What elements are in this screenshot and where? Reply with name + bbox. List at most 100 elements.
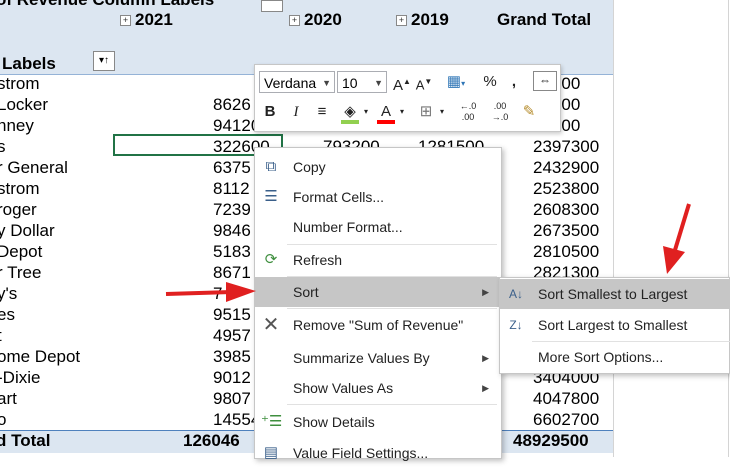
value-grand-total[interactable]: 2523800: [533, 179, 599, 199]
value-2021[interactable]: 8626: [213, 95, 251, 115]
row-label[interactable]: y Dollar: [0, 221, 55, 241]
increase-decimal-icon[interactable]: ←.0.00: [455, 101, 481, 123]
menu-separator: [287, 404, 497, 405]
row-label[interactable]: art: [0, 389, 17, 409]
comma-style-button[interactable]: ,: [507, 71, 521, 93]
row-label[interactable]: r General: [0, 158, 68, 178]
refresh-icon: ⟳: [264, 251, 278, 268]
menu-item-value-field-settings[interactable]: ▤ Value Field Settings...: [255, 438, 501, 468]
value-2021[interactable]: 7239: [213, 200, 251, 220]
value-2021[interactable]: 4957: [213, 326, 251, 346]
row-label[interactable]: t: [0, 326, 2, 346]
value-2021[interactable]: 9012: [213, 368, 251, 388]
fill-color-icon[interactable]: ◈: [339, 101, 361, 124]
year-header-2020[interactable]: +2020: [289, 10, 342, 30]
italic-button[interactable]: I: [287, 101, 305, 123]
value-2021[interactable]: 9807: [213, 389, 251, 409]
sort-ascending-icon: A↓: [508, 287, 523, 301]
value-grand-total[interactable]: 2397300: [533, 137, 599, 157]
pivot-values-header: of Revenue Column Labels: [0, 0, 214, 10]
row-label[interactable]: s: [0, 137, 6, 157]
row-label[interactable]: Depot: [0, 242, 42, 262]
sort-descending-icon: Z↓: [509, 318, 523, 332]
annotation-arrow-down: [663, 203, 691, 274]
value-grand-total[interactable]: 2432900: [533, 158, 599, 178]
expand-icon[interactable]: +: [289, 15, 300, 26]
value-grand-total[interactable]: 6602700: [533, 410, 599, 430]
context-menu[interactable]: ⧉ Copy ☰ Format Cells... Number Format... …: [254, 147, 502, 461]
row-labels-header: Labels: [2, 54, 56, 73]
menu-item-sort[interactable]: Sort ▶: [255, 277, 501, 307]
sort-submenu[interactable]: A↓ Sort Smallest to Largest Z↓ Sort Larges…: [499, 277, 730, 374]
menu-item-remove-sum-of-revenue[interactable]: ✕ Remove "Sum of Revenue": [255, 310, 501, 340]
row-label[interactable]: strom: [0, 179, 40, 199]
row-labels-filter-button[interactable]: ▾↑: [93, 51, 115, 71]
value-grand-total[interactable]: 2673500: [533, 221, 599, 241]
menu-item-sort-largest-to-smallest[interactable]: Z↓ Sort Largest to Smallest: [500, 310, 729, 340]
row-label[interactable]: es: [0, 305, 15, 325]
accounting-format-icon[interactable]: ▦▾: [441, 71, 471, 93]
font-color-icon[interactable]: A: [375, 101, 397, 124]
bold-button[interactable]: B: [261, 101, 279, 123]
menu-separator: [287, 308, 497, 309]
value-2021[interactable]: 8112: [213, 179, 250, 199]
align-center-icon[interactable]: ≡: [313, 101, 331, 123]
chevron-down-icon: ▼: [374, 78, 383, 88]
percent-style-button[interactable]: %: [481, 71, 499, 93]
row-label[interactable]: roger: [0, 200, 37, 220]
expand-icon[interactable]: +: [396, 15, 407, 26]
chevron-down-icon[interactable]: ▾: [361, 101, 371, 123]
borders-icon[interactable]: ⊞: [415, 101, 437, 123]
submenu-arrow-icon: ▶: [482, 353, 489, 363]
copy-icon: ⧉: [265, 158, 277, 175]
grand-total-header: Grand Total: [497, 10, 592, 29]
chevron-down-icon[interactable]: ▾: [437, 101, 447, 123]
column-labels-filter-button[interactable]: [261, 0, 283, 12]
row-label[interactable]: -Dixie: [0, 368, 40, 388]
row-label[interactable]: nney: [0, 116, 34, 136]
value-grand-total[interactable]: 4047800: [533, 389, 599, 409]
grand-total-2021: 126046: [183, 431, 240, 450]
show-details-icon: ⁺☰: [261, 413, 283, 430]
menu-item-summarize-values-by[interactable]: Summarize Values By ▶: [255, 343, 501, 373]
menu-item-copy[interactable]: ⧉ Copy: [255, 152, 501, 182]
menu-item-sort-smallest-to-largest[interactable]: A↓ Sort Smallest to Largest: [500, 279, 729, 309]
increase-font-size-icon[interactable]: A▲: [393, 71, 411, 94]
menu-item-format-cells[interactable]: ☰ Format Cells...: [255, 182, 501, 212]
mini-toolbar[interactable]: Verdana ▼ 10 ▼ A▲ A▼ ▦▾ % , ⇔ B I ≡ ◈ ▾ A …: [254, 64, 561, 132]
menu-item-refresh[interactable]: ⟳ Refresh: [255, 245, 501, 275]
menu-item-show-values-as[interactable]: Show Values As ▶: [255, 373, 501, 403]
annotation-arrow-right: [165, 282, 256, 302]
expand-icon[interactable]: +: [120, 15, 131, 26]
row-label[interactable]: o: [0, 410, 6, 430]
font-name-combo[interactable]: Verdana ▼: [259, 71, 335, 93]
row-label[interactable]: r Tree: [0, 263, 41, 283]
value-grand-total[interactable]: 2608300: [533, 200, 599, 220]
year-header-2021[interactable]: +2021: [120, 10, 173, 30]
year-header-2019[interactable]: +2019: [396, 10, 449, 30]
gridline: [728, 0, 729, 457]
grand-total-value: 48929500: [513, 431, 589, 450]
row-label[interactable]: Locker: [0, 95, 48, 115]
row-label[interactable]: strom: [0, 74, 40, 94]
value-2021[interactable]: 3985: [213, 347, 251, 367]
value-2021[interactable]: 9515: [213, 305, 251, 325]
decrease-font-size-icon[interactable]: A▼: [415, 71, 433, 93]
menu-item-show-details[interactable]: ⁺☰ Show Details: [255, 407, 501, 437]
format-painter-icon[interactable]: ✎: [519, 101, 539, 123]
grand-total-label: d Total: [0, 431, 51, 450]
value-2021[interactable]: 9846: [213, 221, 251, 241]
value-grand-total[interactable]: 2810500: [533, 242, 599, 262]
row-label[interactable]: ome Depot: [0, 347, 80, 367]
merge-center-icon[interactable]: ⇔: [533, 71, 557, 91]
value-2021[interactable]: 5183: [213, 242, 251, 262]
decrease-decimal-icon[interactable]: .00 →.0: [487, 101, 513, 123]
chevron-down-icon: ▼: [322, 78, 331, 88]
chevron-down-icon[interactable]: ▾: [397, 101, 407, 123]
value-2021[interactable]: 6375: [213, 158, 251, 178]
row-label[interactable]: y's: [0, 284, 17, 304]
menu-item-more-sort-options[interactable]: More Sort Options...: [500, 342, 729, 372]
font-size-combo[interactable]: 10 ▼: [337, 71, 387, 93]
format-cells-icon: ☰: [264, 188, 278, 205]
menu-item-number-format[interactable]: Number Format...: [255, 212, 501, 242]
